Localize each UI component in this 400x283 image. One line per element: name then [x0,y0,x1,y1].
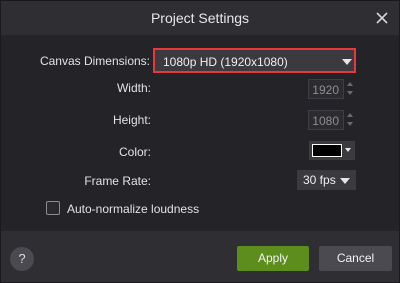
auto-normalize-label[interactable]: Auto-normalize loudness [67,202,199,216]
close-icon[interactable] [373,9,391,27]
width-input[interactable]: 1920 [308,79,344,99]
canvas-dimensions-value: 1080p HD (1920x1080) [163,55,288,69]
apply-button[interactable]: Apply [237,246,309,271]
frame-rate-dropdown[interactable]: 30 fps [297,170,356,190]
frame-rate-label: Frame Rate: [84,174,151,188]
width-stepper[interactable] [346,79,354,99]
help-button[interactable]: ? [10,247,34,271]
chevron-down-icon [342,59,352,65]
stepper-up-icon[interactable] [347,113,353,117]
title-bar: Project Settings [1,1,399,35]
stepper-up-icon[interactable] [347,82,353,86]
frame-rate-value: 30 fps [303,173,336,187]
chevron-down-icon [345,148,351,152]
stepper-down-icon[interactable] [347,91,353,95]
canvas-dimensions-dropdown[interactable]: 1080p HD (1920x1080) [153,48,356,73]
height-label: Height: [112,113,151,127]
height-stepper[interactable] [346,110,354,130]
auto-normalize-checkbox[interactable] [46,201,60,215]
cancel-button[interactable]: Cancel [319,246,392,271]
color-label: Color: [118,145,151,159]
width-label: Width: [116,81,151,95]
project-settings-dialog: Project Settings Canvas Dimensions: 1080… [0,0,400,283]
dialog-title: Project Settings [150,10,250,26]
stepper-down-icon[interactable] [347,122,353,126]
canvas-dimensions-label: Canvas Dimensions: [39,54,150,68]
color-swatch [312,144,342,157]
height-input[interactable]: 1080 [308,110,344,130]
height-value: 1080 [312,114,339,128]
chevron-down-icon [340,178,350,184]
color-picker[interactable] [309,141,355,160]
width-value: 1920 [312,83,339,97]
